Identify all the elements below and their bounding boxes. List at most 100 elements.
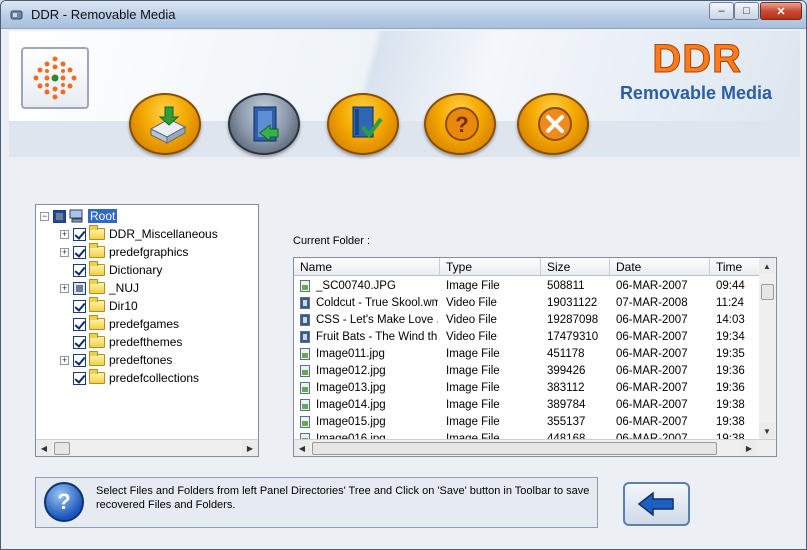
image-file-icon xyxy=(300,416,310,428)
root-checkbox[interactable] xyxy=(53,209,66,223)
file-date: 06-MAR-2007 xyxy=(616,399,688,411)
file-size: 17479310 xyxy=(547,331,599,343)
scroll-thumb[interactable] xyxy=(312,442,717,455)
file-row[interactable]: CSS - Let's Make Love ... Video File 19287… xyxy=(294,312,760,329)
tree-item-checkbox[interactable] xyxy=(73,371,86,385)
tree-item-checkbox[interactable] xyxy=(73,335,86,349)
file-size: 355137 xyxy=(547,416,586,428)
exit-button[interactable] xyxy=(228,93,300,155)
file-row[interactable]: Coldcut - True Skool.wmv Video File 190311… xyxy=(294,295,760,312)
file-time: 09:44 xyxy=(716,280,745,292)
file-row[interactable]: Image013.jpg Image File 383112 06-MAR-2007 1… xyxy=(294,380,760,397)
file-name: Coldcut - True Skool.wmv xyxy=(316,297,438,309)
file-row[interactable]: Image012.jpg Image File 399426 06-MAR-2007 1… xyxy=(294,363,760,380)
scroll-down-icon[interactable]: ▼ xyxy=(759,423,775,439)
save-button[interactable] xyxy=(129,93,201,155)
expand-toggle[interactable]: + xyxy=(60,283,69,293)
file-size: 389784 xyxy=(547,399,586,411)
help-button[interactable]: ? xyxy=(424,93,496,155)
directory-tree[interactable]: − Root + DDR_Miscellaneous + predefgraphics… xyxy=(35,204,259,457)
tree-root[interactable]: − Root xyxy=(40,207,118,225)
file-name: Image015.jpg xyxy=(316,416,386,428)
maximize-button[interactable]: □ xyxy=(734,2,759,20)
scroll-right-icon[interactable]: ▶ xyxy=(741,440,757,456)
column-type[interactable]: Type xyxy=(440,258,541,276)
video-file-icon xyxy=(300,331,310,343)
scroll-right-icon[interactable]: ▶ xyxy=(242,440,258,456)
scroll-thumb[interactable] xyxy=(54,442,70,455)
file-time: 19:38 xyxy=(716,416,745,428)
file-row[interactable]: Image015.jpg Image File 355137 06-MAR-2007 1… xyxy=(294,414,760,431)
folder-icon xyxy=(89,225,105,240)
file-size: 451178 xyxy=(547,348,585,360)
file-type: Image File xyxy=(446,416,500,428)
status-message: Select Files and Folders from left Panel… xyxy=(96,485,590,511)
close-window-button[interactable]: ✕ xyxy=(760,2,802,20)
folder-icon xyxy=(89,369,105,384)
file-row[interactable]: Fruit Bats - The Wind th... Video File 174… xyxy=(294,329,760,346)
tree-item-label: predeftones xyxy=(109,353,173,367)
file-row[interactable]: _SC00740.JPG Image File 508811 06-MAR-2007 0… xyxy=(294,278,760,295)
expand-toggle[interactable]: + xyxy=(60,229,69,239)
collapse-toggle[interactable]: − xyxy=(40,211,49,221)
scroll-up-icon[interactable]: ▲ xyxy=(759,258,775,274)
folder-icon xyxy=(89,243,105,258)
tree-item[interactable]: Dictionary xyxy=(60,261,162,279)
logo xyxy=(21,47,89,109)
column-name[interactable]: Name xyxy=(294,258,440,276)
expand-toggle[interactable]: + xyxy=(60,247,69,257)
header-banner: DDR Removable Media xyxy=(9,31,800,125)
file-name: Image011.jpg xyxy=(316,348,385,360)
tree-item-checkbox[interactable] xyxy=(73,317,86,331)
column-date[interactable]: Date xyxy=(610,258,710,276)
exit-app-button[interactable] xyxy=(517,93,589,155)
file-name: CSS - Let's Make Love ... xyxy=(316,314,438,326)
tree-item[interactable]: predefcollections xyxy=(60,369,199,387)
column-size[interactable]: Size xyxy=(541,258,610,276)
file-time: 19:35 xyxy=(716,348,745,360)
minimize-button[interactable]: – xyxy=(709,2,734,20)
file-list[interactable]: Name Type Size Date Time _SC00740.JPG Ima… xyxy=(293,257,777,457)
scroll-left-icon[interactable]: ◀ xyxy=(294,440,310,456)
image-file-icon xyxy=(300,280,310,292)
tree-item[interactable]: + DDR_Miscellaneous xyxy=(60,225,218,243)
tree-item[interactable]: + predeftones xyxy=(60,351,172,369)
tree-item[interactable]: Dir10 xyxy=(60,297,138,315)
tree-item[interactable]: + _NUJ xyxy=(60,279,139,297)
close-icon: ✕ xyxy=(776,5,786,18)
file-type: Image File xyxy=(446,399,500,411)
expand-toggle[interactable]: + xyxy=(60,355,69,365)
tree-item-checkbox[interactable] xyxy=(73,245,86,259)
file-size: 399426 xyxy=(547,365,586,377)
tree-horizontal-scrollbar[interactable]: ◀ ▶ xyxy=(36,439,258,456)
list-vertical-scrollbar[interactable]: ▲ ▼ xyxy=(759,258,776,439)
tree-item-checkbox[interactable] xyxy=(73,299,86,313)
tree-item[interactable]: predefthemes xyxy=(60,333,182,351)
register-button[interactable] xyxy=(327,93,399,155)
list-horizontal-scrollbar[interactable]: ◀ ▶ xyxy=(294,439,776,456)
scroll-thumb[interactable] xyxy=(761,284,774,300)
tree-item-label: predefgames xyxy=(109,317,180,331)
image-file-icon xyxy=(300,348,310,360)
app-window: DDR - Removable Media – □ ✕ DDR Removabl… xyxy=(0,0,807,550)
tree-item[interactable]: + predefgraphics xyxy=(60,243,188,261)
scroll-left-icon[interactable]: ◀ xyxy=(36,440,52,456)
file-name: Image012.jpg xyxy=(316,365,386,377)
tree-item-checkbox[interactable] xyxy=(73,263,86,277)
file-size: 383112 xyxy=(547,382,585,394)
tree-item[interactable]: predefgames xyxy=(60,315,179,333)
back-button[interactable] xyxy=(623,482,690,526)
tree-item-checkbox[interactable] xyxy=(73,227,86,241)
tree-item-checkbox[interactable] xyxy=(73,281,86,295)
file-row[interactable]: Image011.jpg Image File 451178 06-MAR-2007 1… xyxy=(294,346,760,363)
window-title: DDR - Removable Media xyxy=(31,7,176,22)
tree-item-label: predefthemes xyxy=(109,335,183,349)
column-time[interactable]: Time xyxy=(710,258,760,276)
file-date: 06-MAR-2007 xyxy=(616,348,688,360)
file-date: 06-MAR-2007 xyxy=(616,331,688,343)
file-row[interactable]: Image014.jpg Image File 389784 06-MAR-2007 1… xyxy=(294,397,760,414)
tree-item-checkbox[interactable] xyxy=(73,353,86,367)
